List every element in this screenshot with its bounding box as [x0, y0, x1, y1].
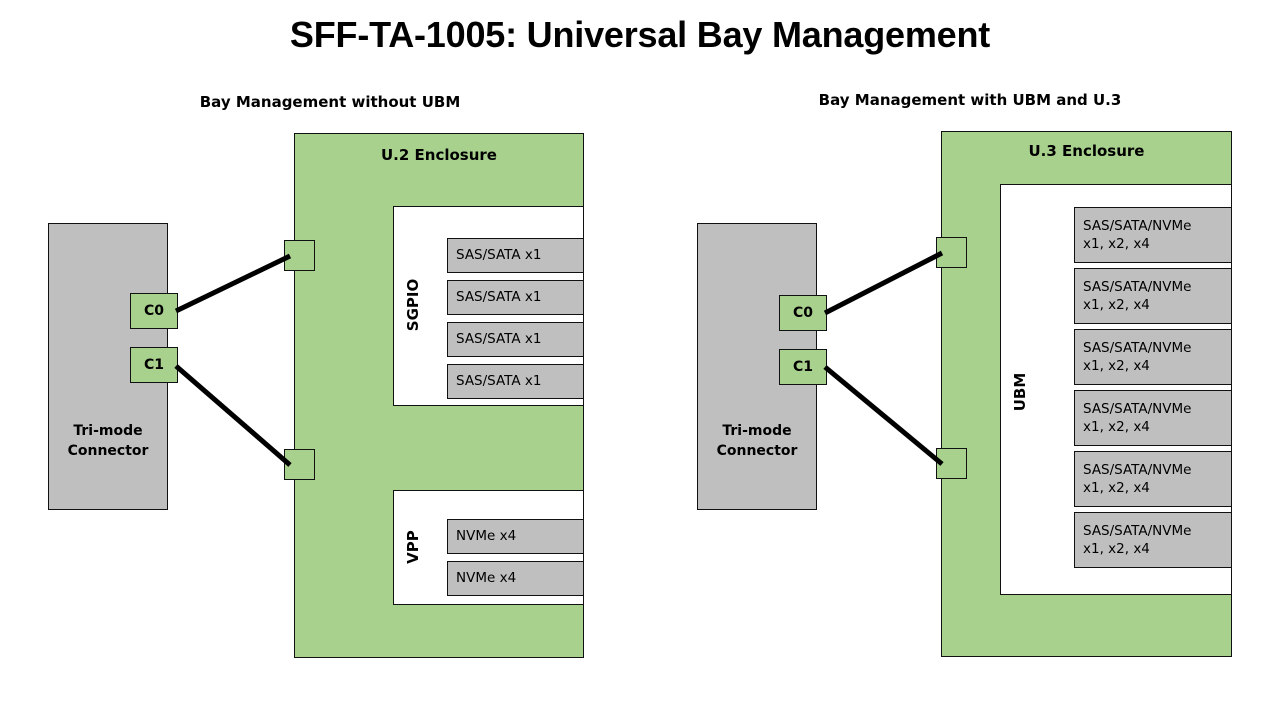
cable-left-c0-to-top-bay	[174, 253, 292, 314]
cable-right-c0-to-top-bay	[823, 250, 944, 316]
cable-layer	[174, 250, 944, 467]
diagram-canvas: SFF-TA-1005: Universal Bay Management Ba…	[0, 0, 1280, 720]
cable-right-c1-to-bottom-bay	[823, 365, 944, 466]
cable-left-c1-to-bottom-bay	[174, 364, 292, 467]
